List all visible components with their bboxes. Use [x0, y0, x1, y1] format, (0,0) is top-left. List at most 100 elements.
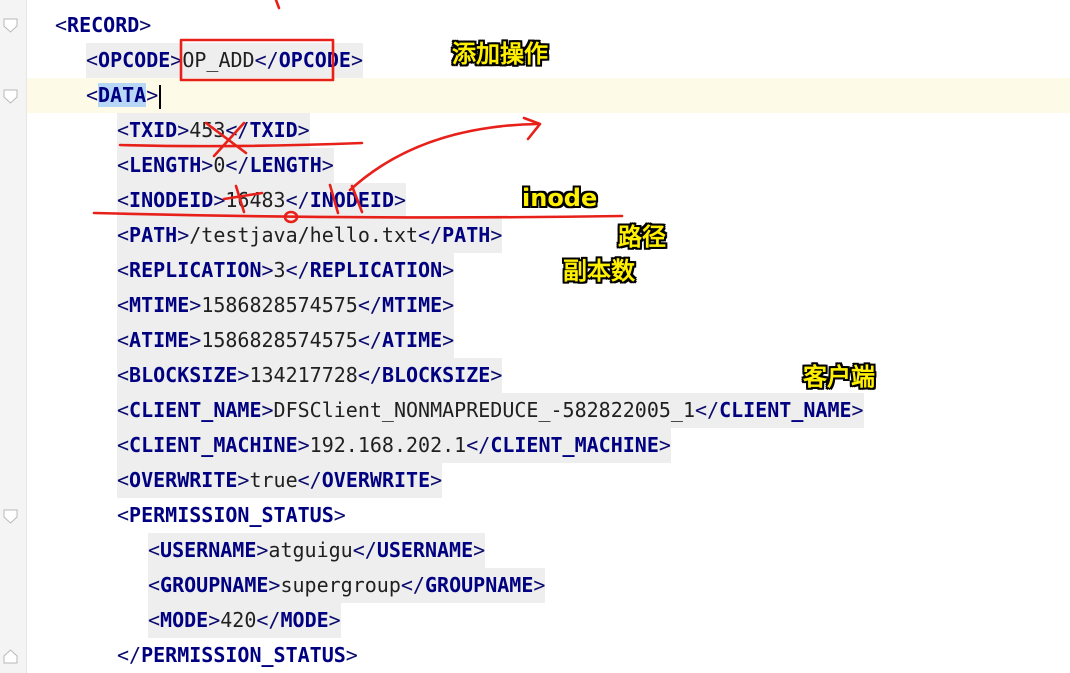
- fold-record-icon[interactable]: [2, 17, 19, 34]
- xml-element: <USERNAME>atguigu</USERNAME>: [148, 533, 486, 568]
- tag-bracket: <: [117, 433, 130, 457]
- tag-bracket: >: [261, 398, 274, 422]
- tag-name-close: BLOCKSIZE: [381, 363, 491, 387]
- tag-name-close: ATIME: [381, 328, 443, 352]
- tag-bracket: </: [466, 433, 491, 457]
- tag-name-close: OPCODE: [278, 48, 351, 72]
- tag-bracket: >: [430, 468, 443, 492]
- tag-name: BLOCKSIZE: [129, 363, 238, 387]
- tag-name: INODEID: [129, 188, 214, 212]
- tag-name-close: REPLICATION: [309, 258, 443, 282]
- code-line-permission-status-close[interactable]: </PERMISSION_STATUS>: [27, 638, 1070, 673]
- tag-bracket: >: [473, 538, 486, 562]
- tag-value: supergroup: [280, 573, 401, 597]
- tag-name-close: LENGTH: [249, 153, 322, 177]
- tag-bracket: >: [189, 293, 202, 317]
- code-line-replication[interactable]: <REPLICATION>3</REPLICATION>: [27, 253, 1070, 288]
- tag-value: 1586828574575: [201, 293, 358, 317]
- tag-bracket: </: [117, 643, 142, 667]
- xml-element: <OVERWRITE>true</OVERWRITE>: [117, 463, 443, 498]
- tag-bracket: >: [345, 643, 358, 667]
- tag-name: MTIME: [129, 293, 190, 317]
- xml-element: <REPLICATION>3</REPLICATION>: [117, 253, 455, 288]
- xml-element: <CLIENT_NAME>DFSClient_NONMAPREDUCE_-582…: [117, 393, 864, 428]
- code-line-record[interactable]: <RECORD>: [27, 8, 1070, 43]
- tag-bracket: <: [117, 363, 130, 387]
- xml-element: <OPCODE>OP_ADD</OPCODE>: [86, 43, 363, 78]
- xml-element: <CLIENT_MACHINE>192.168.202.1</CLIENT_MA…: [117, 428, 671, 463]
- fold-end-icon[interactable]: [2, 648, 19, 665]
- xml-element: </PERMISSION_STATUS>: [117, 638, 358, 673]
- tag-value: 420: [220, 608, 257, 632]
- tag-bracket: >: [268, 573, 281, 597]
- xml-element: <MODE>420</MODE>: [148, 603, 341, 638]
- tag-bracket: >: [490, 223, 503, 247]
- tag-name: ATIME: [129, 328, 190, 352]
- tag-name: OPCODE: [98, 48, 171, 72]
- code-line-client-name[interactable]: <CLIENT_NAME>DFSClient_NONMAPREDUCE_-582…: [27, 393, 1070, 428]
- tag-bracket: <: [86, 83, 99, 107]
- code-line-atime[interactable]: <ATIME>1586828574575</ATIME>: [27, 323, 1070, 358]
- tag-bracket: </: [285, 258, 310, 282]
- xml-editor[interactable]: <RECORD> <OPCODE>OP_ADD</OPCODE> <DATA> <TX…: [0, 0, 1070, 673]
- xml-element: <RECORD>: [55, 8, 151, 43]
- tag-value: 3: [273, 258, 286, 282]
- tag-bracket: <: [55, 13, 68, 37]
- tag-bracket: >: [213, 188, 226, 212]
- tag-bracket: <: [117, 118, 130, 142]
- tag-bracket: </: [225, 118, 250, 142]
- tag-value: 1586828574575: [201, 328, 358, 352]
- annotation-replication: 副本数: [563, 257, 635, 285]
- tag-bracket: </: [418, 223, 443, 247]
- tag-bracket: </: [254, 48, 279, 72]
- tag-bracket: <: [117, 223, 130, 247]
- tag-name-close: MODE: [280, 608, 329, 632]
- fold-permission-status-icon[interactable]: [2, 508, 19, 525]
- code-line-groupname[interactable]: <GROUPNAME>supergroup</GROUPNAME>: [27, 568, 1070, 603]
- code-line-path[interactable]: <PATH>/testjava/hello.txt</PATH>: [27, 218, 1070, 253]
- tag-bracket: <: [148, 573, 161, 597]
- code-line-txid[interactable]: <TXID>453</TXID>: [27, 113, 1070, 148]
- tag-value: true: [249, 468, 298, 492]
- editor-gutter: [0, 0, 27, 673]
- code-line-mode[interactable]: <MODE>420</MODE>: [27, 603, 1070, 638]
- tag-bracket: <: [148, 608, 161, 632]
- tag-value: 134217728: [249, 363, 358, 387]
- tag-name: USERNAME: [160, 538, 257, 562]
- code-line-length[interactable]: <LENGTH>0</LENGTH>: [27, 148, 1070, 183]
- xml-element: <BLOCKSIZE>134217728</BLOCKSIZE>: [117, 358, 503, 393]
- tag-bracket: </: [225, 153, 250, 177]
- xml-element: <LENGTH>0</LENGTH>: [117, 148, 334, 183]
- code-line-opcode[interactable]: <OPCODE>OP_ADD</OPCODE>: [27, 43, 1070, 78]
- code-line-overwrite[interactable]: <OVERWRITE>true</OVERWRITE>: [27, 463, 1070, 498]
- tag-bracket: >: [208, 608, 221, 632]
- annotation-inode: inode: [522, 184, 598, 212]
- tag-bracket: <: [117, 503, 130, 527]
- tag-bracket: >: [490, 363, 503, 387]
- fold-data-icon[interactable]: [2, 88, 19, 105]
- code-line-data[interactable]: <DATA>: [27, 78, 1070, 113]
- tag-bracket: >: [442, 293, 455, 317]
- code-line-blocksize[interactable]: <BLOCKSIZE>134217728</BLOCKSIZE>: [27, 358, 1070, 393]
- code-line-username[interactable]: <USERNAME>atguigu</USERNAME>: [27, 533, 1070, 568]
- tag-bracket: >: [237, 468, 250, 492]
- tag-name: REPLICATION: [129, 258, 262, 282]
- tag-bracket: >: [189, 328, 202, 352]
- text-caret: [159, 84, 162, 109]
- annotation-path: 路径: [618, 223, 666, 251]
- tag-name: PATH: [129, 223, 178, 247]
- tag-name-close: CLIENT_NAME: [719, 398, 852, 422]
- xml-element: <ATIME>1586828574575</ATIME>: [117, 323, 455, 358]
- tag-bracket: <: [117, 258, 130, 282]
- xml-element: <MTIME>1586828574575</MTIME>: [117, 288, 455, 323]
- tag-name: CLIENT_NAME: [129, 398, 262, 422]
- tag-bracket: >: [658, 433, 671, 457]
- tag-value: 453: [189, 118, 226, 142]
- tag-bracket: >: [442, 258, 455, 282]
- code-line-mtime[interactable]: <MTIME>1586828574575</MTIME>: [27, 288, 1070, 323]
- tag-name: PERMISSION_STATUS: [129, 503, 334, 527]
- tag-name: CLIENT_MACHINE: [129, 433, 298, 457]
- code-line-permission-status[interactable]: <PERMISSION_STATUS>: [27, 498, 1070, 533]
- code-line-client-machine[interactable]: <CLIENT_MACHINE>192.168.202.1</CLIENT_MA…: [27, 428, 1070, 463]
- xml-element: <GROUPNAME>supergroup</GROUPNAME>: [148, 568, 546, 603]
